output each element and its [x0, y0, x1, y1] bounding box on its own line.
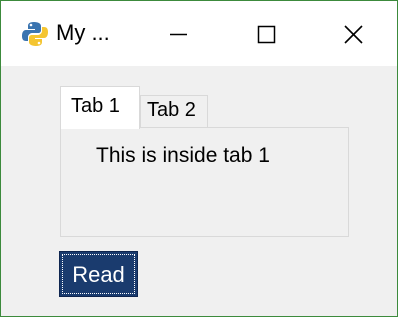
tab-1[interactable]: Tab 1 [60, 86, 140, 129]
window-title: My ... [56, 20, 110, 45]
read-button[interactable]: Read [59, 251, 138, 297]
tab-label: Tab 2 [147, 99, 196, 121]
app-window: My ... Tab 1 Tab 2 This is inside tab 1 [0, 0, 398, 317]
panel-text: This is inside tab 1 [96, 144, 270, 167]
tab-2[interactable]: Tab 2 [140, 95, 208, 128]
minimize-button[interactable] [149, 1, 209, 66]
minimize-icon [170, 33, 187, 36]
python-icon [22, 21, 48, 47]
maximize-icon [257, 25, 276, 44]
close-icon [344, 25, 363, 44]
read-button-label: Read [62, 254, 135, 294]
maximize-button[interactable] [237, 1, 297, 66]
title-bar[interactable]: My ... [1, 1, 397, 66]
tab-label: Tab 1 [71, 95, 120, 117]
tab-panel: This is inside tab 1 [60, 127, 349, 237]
close-button[interactable] [323, 1, 383, 66]
